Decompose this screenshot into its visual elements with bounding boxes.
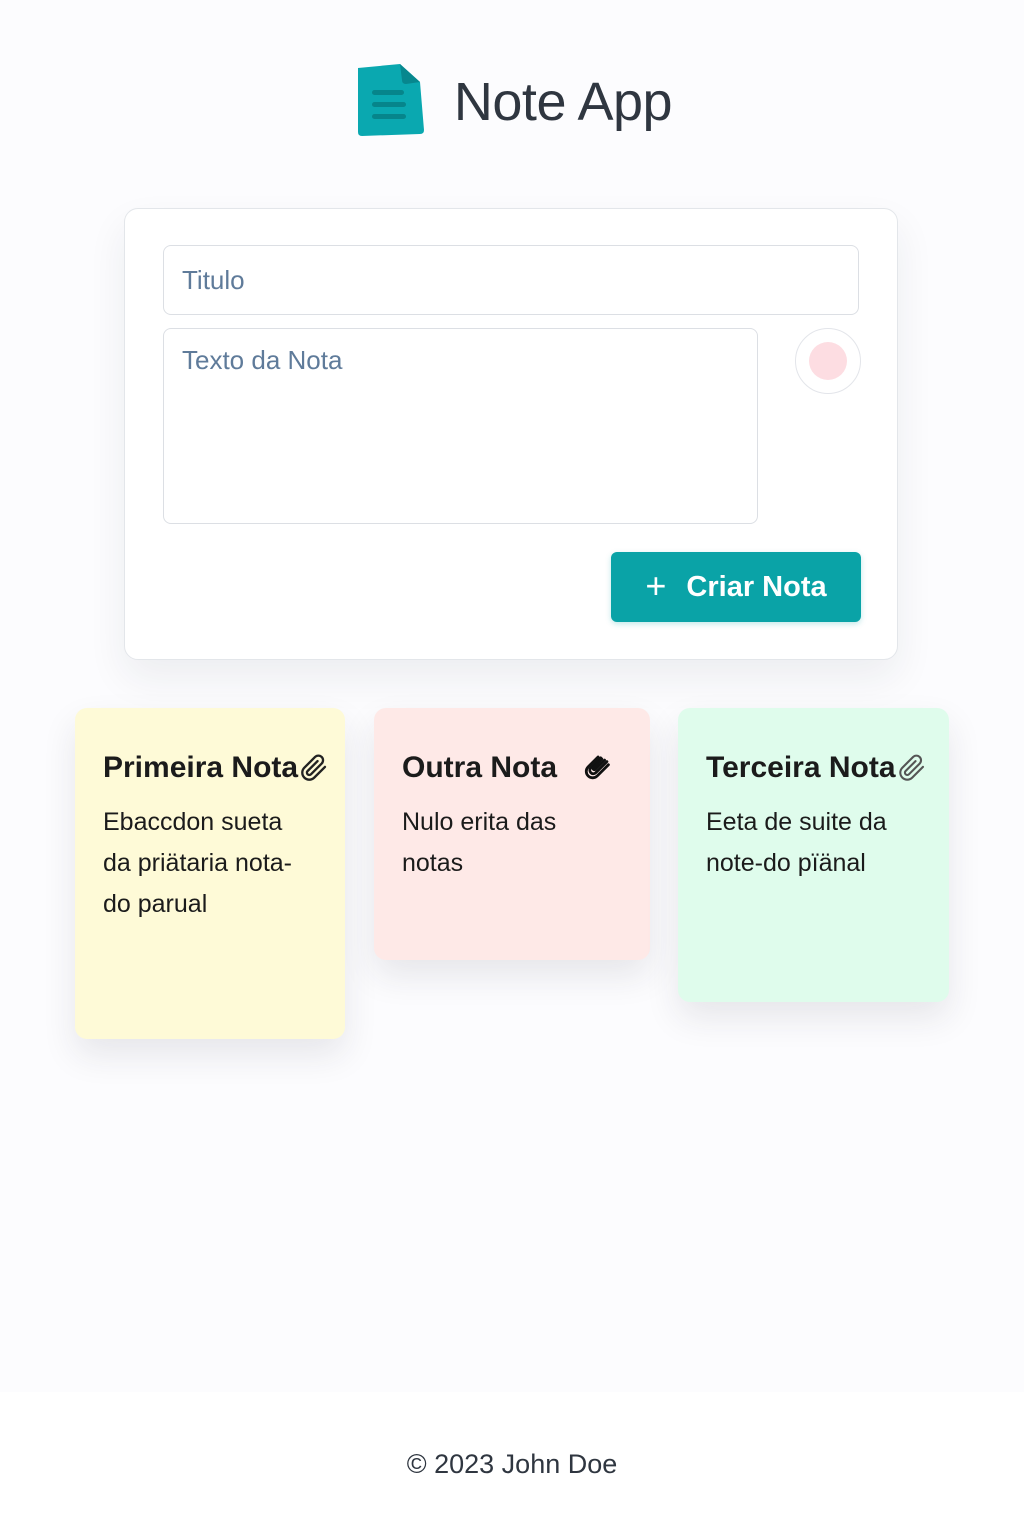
create-note-button[interactable]: + Criar Nota (611, 552, 861, 622)
page-footer: © 2023 John Doe (0, 1392, 1024, 1536)
note-title: Primeira Nota (103, 751, 299, 784)
copyright-text: © 2023 John Doe (406, 1448, 618, 1479)
note-text-input[interactable] (163, 328, 758, 524)
color-picker-button[interactable] (795, 328, 861, 394)
document-icon (357, 64, 424, 136)
note-text: Eeta de suite da note-do pïänal (706, 808, 887, 877)
note-title: Terceira Nota (706, 751, 896, 784)
create-note-label: Criar Nota (686, 570, 827, 603)
paperclip-icon[interactable] (583, 753, 611, 783)
note-text: Nulo erita das notas (402, 808, 557, 877)
note-title: Outra Nota (402, 751, 558, 784)
paperclip-icon[interactable] (300, 753, 328, 783)
plus-icon: + (645, 564, 667, 606)
color-swatch (809, 342, 847, 380)
note-card[interactable]: Terceira Nota Eeta de suite da note-do p… (678, 708, 949, 1002)
app-title: Note App (453, 72, 673, 132)
title-input[interactable] (163, 245, 859, 315)
note-card[interactable]: Outra Nota Nulo erita das notas (374, 708, 650, 960)
note-form-card: + Criar Nota (124, 208, 898, 660)
app-header: Note App (0, 52, 1024, 148)
note-card[interactable]: Primeira Nota Ebaccdon sueta da priätari… (75, 708, 345, 1039)
note-text: Ebaccdon sueta da priätaria nota-do paru… (103, 808, 293, 918)
paperclip-icon[interactable] (898, 753, 926, 783)
